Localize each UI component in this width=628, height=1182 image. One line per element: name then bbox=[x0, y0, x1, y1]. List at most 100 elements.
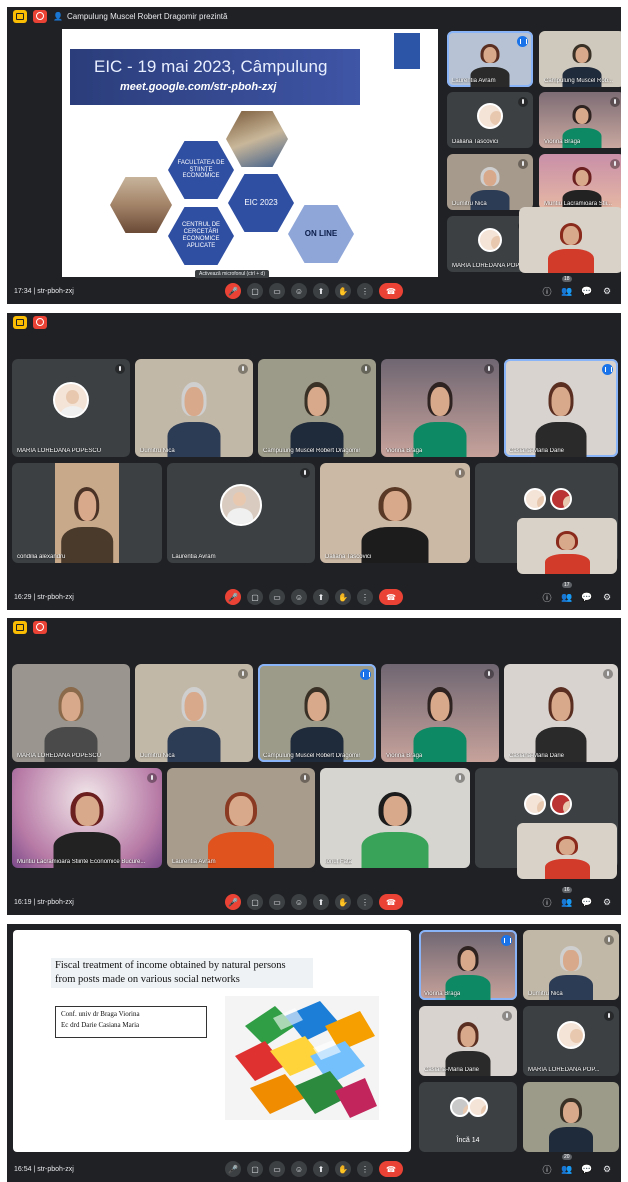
slide-link[interactable]: meet.google.com/str-pboh-zxj bbox=[120, 81, 276, 93]
more-options-icon[interactable]: ⋮ bbox=[357, 1161, 373, 1177]
participant-tile[interactable]: Dumitru Nica bbox=[447, 154, 533, 210]
presenting-label: 👤 Campulung Muscel Robert Dragomir prezi… bbox=[53, 11, 228, 21]
participant-tile[interactable]: Casiana-Maria Darie bbox=[419, 1006, 517, 1076]
mic-off-icon bbox=[147, 773, 157, 783]
end-call-button[interactable]: ☎ bbox=[379, 894, 403, 910]
raise-hand-icon[interactable]: ✋ bbox=[335, 894, 351, 910]
raise-hand-icon[interactable]: ✋ bbox=[335, 1161, 351, 1177]
participant-tile[interactable]: Daliana Tascovici bbox=[447, 92, 533, 148]
participant-tile[interactable]: Casiana-Maria Darie bbox=[504, 359, 618, 457]
end-call-button[interactable]: ☎ bbox=[379, 1161, 403, 1177]
camera-icon[interactable]: ▢ bbox=[247, 589, 263, 605]
more-participants-tile[interactable]: Încă 14 bbox=[419, 1082, 517, 1152]
self-view-tile[interactable] bbox=[523, 1082, 619, 1152]
participant-tile[interactable]: Dumitru Nica bbox=[135, 664, 253, 762]
emoji-icon[interactable]: ☺ bbox=[291, 1161, 307, 1177]
activities-icon[interactable]: ⚙ bbox=[601, 896, 613, 908]
participant-tile[interactable]: Daliana Tascovici bbox=[320, 463, 470, 563]
participant-tile[interactable]: Laurentia Avram bbox=[167, 463, 315, 563]
present-screen-icon[interactable]: ⬆ bbox=[313, 283, 329, 299]
logo-avatar bbox=[549, 488, 572, 510]
chat-icon[interactable]: 💬 bbox=[581, 285, 593, 297]
present-icon[interactable] bbox=[13, 315, 27, 329]
present-icon[interactable] bbox=[13, 620, 27, 634]
activities-icon[interactable]: ⚙ bbox=[601, 591, 613, 603]
participant-tile[interactable]: Viorina Braga bbox=[419, 930, 517, 1000]
captions-icon[interactable]: ▭ bbox=[269, 283, 285, 299]
activities-icon[interactable]: ⚙ bbox=[601, 285, 613, 297]
info-icon[interactable]: ⓘ bbox=[541, 896, 553, 908]
camera-icon[interactable]: ▢ bbox=[247, 1161, 263, 1177]
participant-tile[interactable]: Ionuț Fațâ bbox=[320, 768, 470, 868]
info-icon[interactable]: ⓘ bbox=[541, 285, 553, 297]
hex-photo-top bbox=[226, 111, 288, 167]
more-options-icon[interactable]: ⋮ bbox=[357, 589, 373, 605]
mic-icon[interactable]: 🎤 bbox=[225, 1161, 241, 1177]
captions-icon[interactable]: ▭ bbox=[269, 589, 285, 605]
end-call-button[interactable]: ☎ bbox=[379, 589, 403, 605]
participant-tile[interactable]: Laurentia Avram bbox=[167, 768, 315, 868]
people-icon[interactable]: 17 👥 bbox=[561, 582, 573, 603]
info-icon[interactable]: ⓘ bbox=[541, 591, 553, 603]
camera-icon[interactable]: ▢ bbox=[247, 894, 263, 910]
side-controls: ⓘ 18 👥 💬 ⚙ bbox=[541, 276, 613, 297]
record-icon[interactable] bbox=[33, 9, 47, 23]
mic-icon[interactable]: 🎤 bbox=[225, 589, 241, 605]
people-icon[interactable]: 18 👥 bbox=[561, 276, 573, 297]
raise-hand-icon[interactable]: ✋ bbox=[335, 589, 351, 605]
meeting-controls: 🎤 ▢ ▭ ☺ ⬆ ✋ ⋮ ☎ bbox=[225, 589, 403, 605]
participant-tile[interactable]: Dumitru Nica bbox=[135, 359, 253, 457]
meeting-time: 16:29 | str-pboh-zxj bbox=[14, 593, 74, 601]
chat-icon[interactable]: 💬 bbox=[581, 1163, 593, 1175]
present-icon[interactable] bbox=[13, 9, 27, 23]
mic-off-icon bbox=[455, 773, 465, 783]
captions-icon[interactable]: ▭ bbox=[269, 894, 285, 910]
more-options-icon[interactable]: ⋮ bbox=[357, 283, 373, 299]
participant-tile[interactable]: Casiana-Maria Darie bbox=[504, 664, 618, 762]
mic-off-icon bbox=[610, 159, 620, 169]
present-screen-icon[interactable]: ⬆ bbox=[313, 894, 329, 910]
present-screen-icon[interactable]: ⬆ bbox=[313, 1161, 329, 1177]
emoji-icon[interactable]: ☺ bbox=[291, 894, 307, 910]
participant-tile[interactable]: Campulung Muscel Rob... bbox=[539, 31, 621, 87]
participant-tile[interactable]: Campulung Muscel Robert Dragomir bbox=[258, 359, 376, 457]
participant-tile[interactable]: Muntiu Lacramioara Stii... bbox=[539, 154, 621, 210]
participant-tile[interactable]: condilia alexandru bbox=[12, 463, 162, 563]
raise-hand-icon[interactable]: ✋ bbox=[335, 283, 351, 299]
participant-tile[interactable]: Viorina Braga bbox=[539, 92, 621, 148]
emoji-icon[interactable]: ☺ bbox=[291, 589, 307, 605]
participant-tile[interactable]: Campulung Muscel Robert Dragomir bbox=[258, 664, 376, 762]
people-icon[interactable]: 16 👥 bbox=[561, 887, 573, 908]
chat-icon[interactable]: 💬 bbox=[581, 591, 593, 603]
camera-icon[interactable]: ▢ bbox=[247, 283, 263, 299]
participant-tile[interactable]: Dumitru Nica bbox=[523, 930, 619, 1000]
self-view-tile[interactable] bbox=[519, 207, 621, 273]
self-view-tile[interactable] bbox=[517, 518, 617, 574]
participant-tile[interactable]: Viorina Braga bbox=[381, 664, 499, 762]
self-view-tile[interactable] bbox=[517, 823, 617, 879]
mic-icon[interactable]: 🎤 bbox=[225, 283, 241, 299]
participant-tile[interactable]: MARIA LOREDANA POPESCU bbox=[12, 664, 130, 762]
end-call-button[interactable]: ☎ bbox=[379, 283, 403, 299]
participant-tile[interactable]: Viorina Braga bbox=[381, 359, 499, 457]
activities-icon[interactable]: ⚙ bbox=[601, 1163, 613, 1175]
screenshot-2: MARIA LOREDANA POPESCU Dumitru Nica Camp… bbox=[7, 313, 621, 610]
more-options-icon[interactable]: ⋮ bbox=[357, 894, 373, 910]
info-icon[interactable]: ⓘ bbox=[541, 1163, 553, 1175]
emoji-icon[interactable]: ☺ bbox=[291, 283, 307, 299]
participant-tile[interactable]: MARIA LOREDANA POPESCU bbox=[12, 359, 130, 457]
record-icon[interactable] bbox=[33, 315, 47, 329]
participant-tile[interactable]: Muntiu Lacramioara Stiinte Economice Buc… bbox=[12, 768, 162, 868]
record-icon[interactable] bbox=[33, 620, 47, 634]
mic-off-icon bbox=[502, 1011, 512, 1021]
mic-icon[interactable]: 🎤 bbox=[225, 894, 241, 910]
participant-tile[interactable]: Laurentia Avram bbox=[447, 31, 533, 87]
avatar bbox=[477, 102, 503, 129]
present-screen-icon[interactable]: ⬆ bbox=[313, 589, 329, 605]
top-bar bbox=[7, 618, 621, 636]
participant-tile[interactable]: MARIA LOREDANA POP... bbox=[523, 1006, 619, 1076]
slide-title: EIC - 19 mai 2023, Câmpulung bbox=[94, 57, 328, 76]
people-icon[interactable]: 20 👥 bbox=[561, 1154, 573, 1175]
captions-icon[interactable]: ▭ bbox=[269, 1161, 285, 1177]
chat-icon[interactable]: 💬 bbox=[581, 896, 593, 908]
